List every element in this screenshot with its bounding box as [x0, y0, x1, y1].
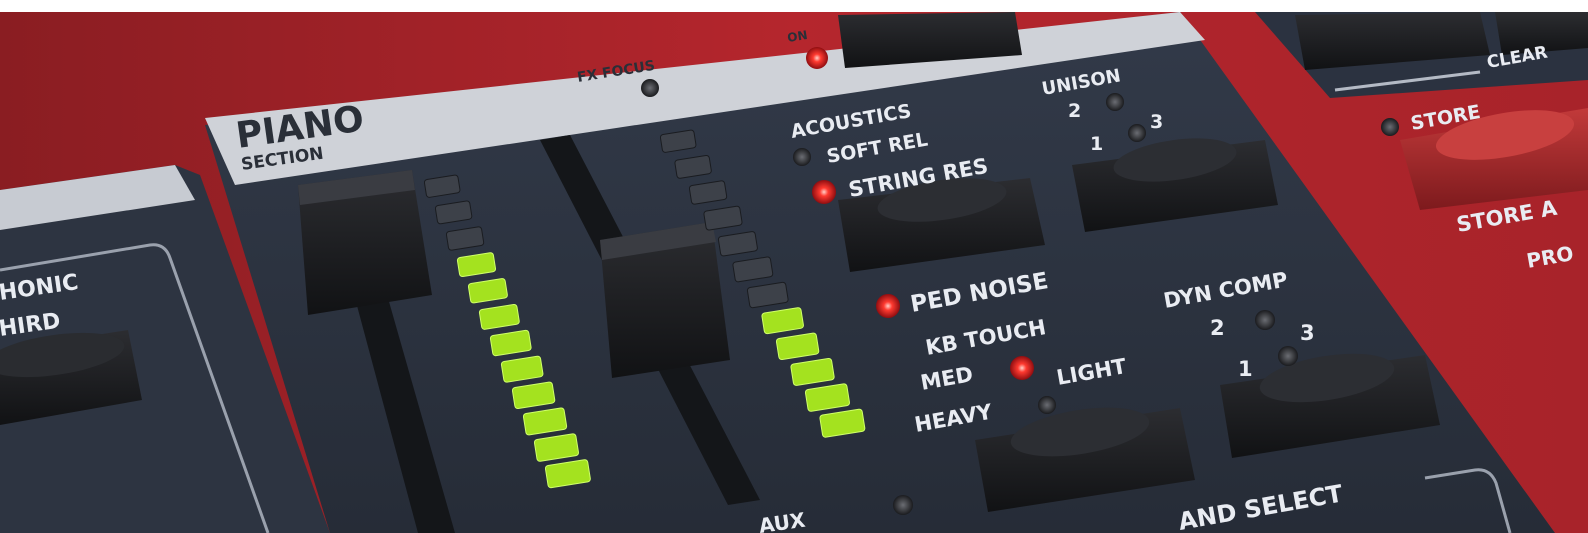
synth-panel-photo: FX FOCUS ON PIANO SECTION ACOUSTICS SOFT…: [0, 0, 1588, 533]
unison-3-label: 3: [1150, 111, 1163, 133]
fader-knob-left: [298, 170, 432, 315]
dyn-comp-3-label: 3: [1300, 321, 1315, 345]
ped-noise-led: [876, 294, 900, 318]
kb-touch-med-led: [1010, 356, 1034, 380]
unison-1-label: 1: [1090, 133, 1103, 155]
dyn-comp-1-led: [1278, 346, 1298, 366]
bottom-led: [893, 495, 913, 515]
unison-2-led: [1106, 93, 1124, 111]
top-edge: [0, 0, 1588, 12]
dyn-comp-2-label: 2: [1210, 316, 1225, 340]
unison-2-label: 2: [1068, 100, 1081, 122]
on-led: [806, 47, 828, 69]
dyn-comp-2-led: [1255, 310, 1275, 330]
kb-touch-heavy-led: [1038, 396, 1056, 414]
fader-knob-right: [600, 222, 730, 378]
soft-rel-led: [793, 148, 811, 166]
panel-illustration: FX FOCUS ON PIANO SECTION ACOUSTICS SOFT…: [0, 0, 1588, 533]
string-res-led: [812, 180, 836, 204]
store-led: [1381, 118, 1399, 136]
unison-1-led: [1128, 124, 1146, 142]
fx-focus-led: [641, 79, 659, 97]
dyn-comp-1-label: 1: [1238, 357, 1253, 381]
